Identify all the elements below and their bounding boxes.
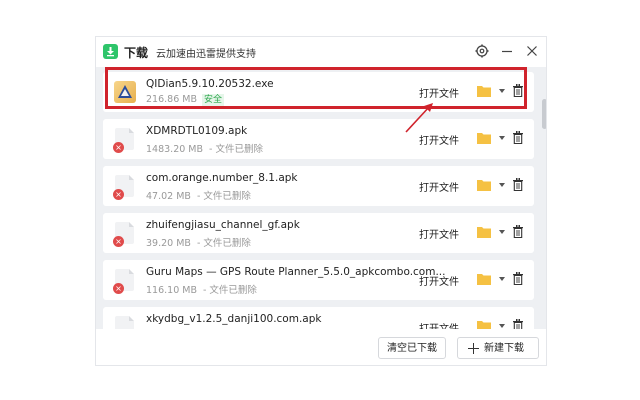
footer-bar: 清空已下载 新建下载 xyxy=(96,329,546,365)
file-size: 47.02 MB xyxy=(146,191,191,202)
download-item[interactable]: × Guru Maps — GPS Route Planner_5.5.0_ap… xyxy=(103,260,534,300)
deleted-status: - 文件已删除 xyxy=(202,285,257,296)
scrollbar-thumb[interactable] xyxy=(542,99,546,129)
folder-icon[interactable] xyxy=(477,226,491,238)
open-file-button[interactable]: 打开文件 xyxy=(419,85,459,100)
file-name: zhuifengjiasu_channel_gf.apk xyxy=(146,219,300,231)
download-item[interactable]: × XDMRDTL0109.apk 1483.20 MB - 文件已删除 打开文件 xyxy=(103,119,534,159)
folder-icon[interactable] xyxy=(477,85,491,97)
file-icon xyxy=(115,316,134,329)
open-file-button[interactable]: 打开文件 xyxy=(419,132,459,147)
chevron-down-icon[interactable] xyxy=(499,89,505,93)
file-meta: 39.20 MB - 文件已删除 xyxy=(146,235,251,249)
file-size: 116.10 MB xyxy=(146,285,197,296)
installer-file-icon xyxy=(114,81,136,103)
download-item[interactable]: × com.orange.number_8.1.apk 47.02 MB - 文件… xyxy=(103,166,534,206)
deleted-status: - 文件已删除 xyxy=(209,144,263,155)
folder-icon[interactable] xyxy=(477,179,491,191)
download-window: 下载 云加速由迅雷提供支持 QIDian5.9.10.20532.exe 216… xyxy=(95,36,547,366)
file-icon: × xyxy=(113,269,134,294)
file-name: xkydbg_v1.2.5_danji100.com.apk xyxy=(146,313,322,325)
file-name: XDMRDTL0109.apk xyxy=(146,125,248,137)
chevron-down-icon[interactable] xyxy=(499,324,505,328)
download-list[interactable]: QIDian5.9.10.20532.exe 216.86 MB 安全 打开文件 … xyxy=(96,67,546,329)
file-name: QIDian5.9.10.20532.exe xyxy=(146,78,274,90)
chevron-down-icon[interactable] xyxy=(499,183,505,187)
file-icon: × xyxy=(113,175,134,200)
gear-icon[interactable] xyxy=(473,42,491,60)
deleted-badge-icon: × xyxy=(113,236,124,247)
download-item[interactable]: × zhuifengjiasu_channel_gf.apk 39.20 MB -… xyxy=(103,213,534,253)
plus-icon xyxy=(468,343,479,354)
open-file-button[interactable]: 打开文件 xyxy=(419,273,459,288)
file-size: 1483.20 MB xyxy=(146,144,204,155)
file-icon: × xyxy=(113,222,134,247)
new-download-label: 新建下载 xyxy=(484,343,524,354)
deleted-badge-icon: × xyxy=(113,189,124,200)
file-meta: 47.02 MB - 文件已删除 xyxy=(146,188,251,202)
open-file-button[interactable]: 打开文件 xyxy=(419,179,459,194)
window-title: 下载 xyxy=(124,46,149,60)
deleted-status: - 文件已删除 xyxy=(196,238,251,249)
file-meta: 216.86 MB 安全 xyxy=(146,94,224,106)
file-size: 39.20 MB xyxy=(146,238,191,249)
deleted-status: - 文件已删除 xyxy=(196,191,251,202)
file-name: com.orange.number_8.1.apk xyxy=(146,172,298,184)
title-bar: 下载 云加速由迅雷提供支持 xyxy=(96,37,546,67)
new-download-button[interactable]: 新建下载 xyxy=(457,337,539,359)
clear-downloaded-button[interactable]: 清空已下载 xyxy=(378,337,446,359)
trash-icon[interactable] xyxy=(513,178,523,191)
open-file-button[interactable]: 打开文件 xyxy=(419,226,459,241)
close-icon[interactable] xyxy=(523,42,541,60)
acceleration-note: 云加速由迅雷提供支持 xyxy=(156,49,256,60)
file-name: Guru Maps — GPS Route Planner_5.5.0_apkc… xyxy=(146,266,446,278)
chevron-down-icon[interactable] xyxy=(499,230,505,234)
deleted-badge-icon: × xyxy=(113,142,124,153)
file-size: 216.86 MB xyxy=(146,94,197,105)
download-item[interactable]: xkydbg_v1.2.5_danji100.com.apk 打开文件 xyxy=(103,307,534,329)
trash-icon[interactable] xyxy=(513,319,523,329)
folder-icon[interactable] xyxy=(477,320,491,329)
chevron-down-icon[interactable] xyxy=(499,136,505,140)
minimize-icon[interactable] xyxy=(498,42,516,60)
file-icon: × xyxy=(113,128,134,153)
folder-icon[interactable] xyxy=(477,132,491,144)
safe-badge: 安全 xyxy=(201,94,224,106)
deleted-badge-icon: × xyxy=(113,283,124,294)
file-meta: 116.10 MB - 文件已删除 xyxy=(146,282,257,296)
download-app-icon xyxy=(103,44,118,59)
trash-icon[interactable] xyxy=(513,225,523,238)
folder-icon[interactable] xyxy=(477,273,491,285)
trash-icon[interactable] xyxy=(513,131,523,144)
chevron-down-icon[interactable] xyxy=(499,277,505,281)
trash-icon[interactable] xyxy=(513,272,523,285)
trash-icon[interactable] xyxy=(513,84,523,97)
open-file-button[interactable]: 打开文件 xyxy=(419,320,459,329)
download-item[interactable]: QIDian5.9.10.20532.exe 216.86 MB 安全 打开文件 xyxy=(103,72,534,112)
file-meta: 1483.20 MB - 文件已删除 xyxy=(146,141,263,155)
